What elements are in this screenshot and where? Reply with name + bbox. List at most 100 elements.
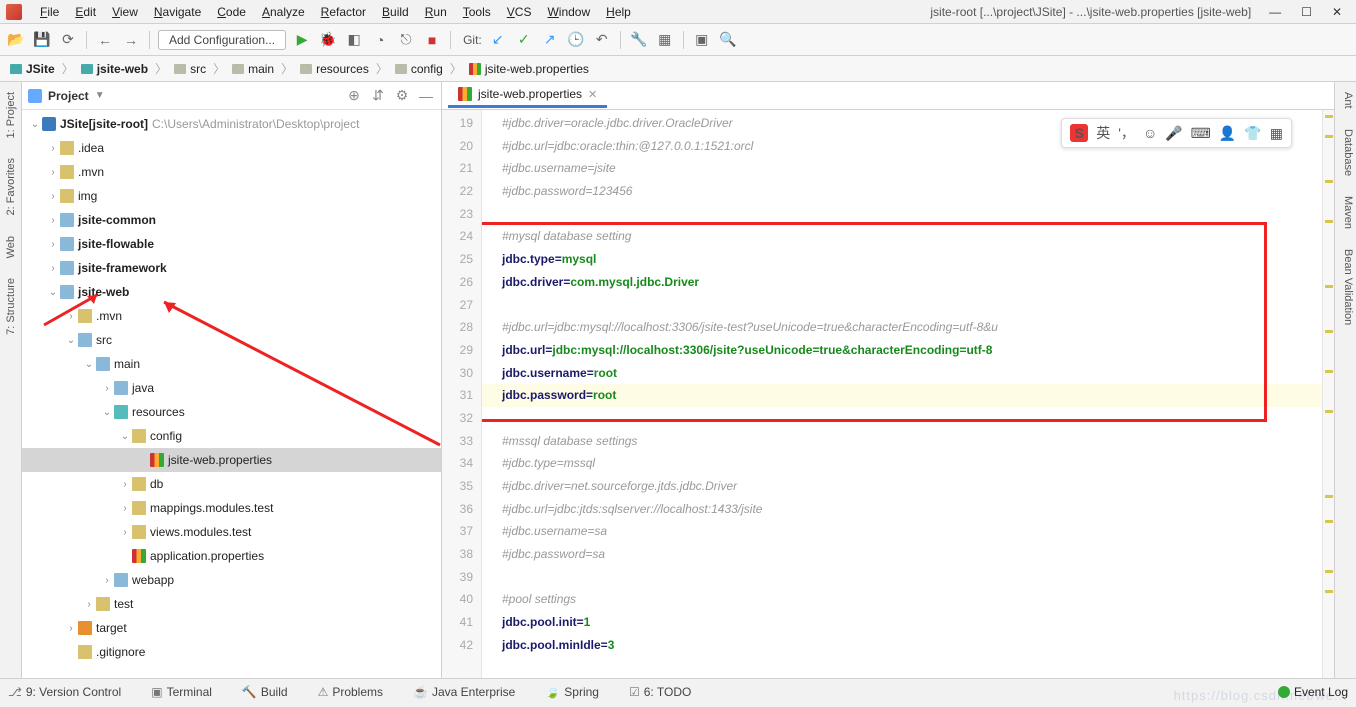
tree-node[interactable]: ›target — [22, 616, 441, 640]
tree-arrow-icon[interactable]: › — [118, 503, 132, 514]
menu-run[interactable]: Run — [417, 3, 455, 21]
menu-refactor[interactable]: Refactor — [313, 3, 374, 21]
code-line[interactable]: #jdbc.password=123456 — [502, 180, 1322, 203]
menu-build[interactable]: Build — [374, 3, 417, 21]
ime-user-icon[interactable]: 👤 — [1219, 125, 1236, 142]
menu-tools[interactable]: Tools — [455, 3, 499, 21]
code-line[interactable] — [502, 566, 1322, 589]
breadcrumb-item[interactable]: jsite-web — [77, 60, 152, 78]
tree-arrow-icon[interactable]: ⌄ — [28, 119, 42, 130]
tree-arrow-icon[interactable]: › — [46, 239, 60, 250]
code-line[interactable]: #pool settings — [502, 588, 1322, 611]
tree-arrow-icon[interactable]: › — [46, 215, 60, 226]
ime-emoji-icon[interactable]: ☺ — [1143, 125, 1157, 141]
bottom-tab[interactable]: ▣Terminal — [151, 685, 212, 699]
ime-skin-icon[interactable]: 👕 — [1244, 125, 1261, 142]
tree-node[interactable]: .gitignore — [22, 640, 441, 664]
code-line[interactable]: jdbc.url=jdbc:mysql://localhost:3306/jsi… — [502, 339, 1322, 362]
tree-node[interactable]: ›test — [22, 592, 441, 616]
menu-window[interactable]: Window — [539, 3, 598, 21]
run-icon[interactable]: ▶ — [292, 30, 312, 50]
git-history-icon[interactable]: 🕒 — [566, 30, 586, 50]
tree-arrow-icon[interactable]: › — [118, 527, 132, 538]
ime-mic-icon[interactable]: 🎤 — [1165, 125, 1182, 142]
code-line[interactable]: #jdbc.url=jdbc:jtds:sqlserver://localhos… — [502, 498, 1322, 521]
code-line[interactable]: #mysql database setting — [502, 225, 1322, 248]
tree-node[interactable]: ›views.modules.test — [22, 520, 441, 544]
code-line[interactable]: jdbc.type=mysql — [502, 248, 1322, 271]
breadcrumb-item[interactable]: config — [391, 60, 447, 78]
avd-icon[interactable]: ▣ — [692, 30, 712, 50]
tree-node[interactable]: ›webapp — [22, 568, 441, 592]
tree-arrow-icon[interactable]: › — [46, 191, 60, 202]
editor-tab[interactable]: jsite-web.properties ✕ — [448, 83, 607, 108]
tree-arrow-icon[interactable]: ⌄ — [64, 335, 78, 346]
attach-icon[interactable]: ⎋ — [396, 30, 416, 50]
tool-tab[interactable]: Bean Validation — [1335, 239, 1356, 335]
tree-node[interactable]: jsite-web.properties — [22, 448, 441, 472]
project-structure-icon[interactable]: ▦ — [655, 30, 675, 50]
save-icon[interactable]: 💾 — [32, 30, 52, 50]
marker-strip[interactable] — [1322, 110, 1334, 678]
tree-arrow-icon[interactable]: › — [100, 575, 114, 586]
git-rollback-icon[interactable]: ↶ — [592, 30, 612, 50]
bottom-tab[interactable]: 🍃Spring — [545, 685, 599, 699]
tree-node[interactable]: ›mappings.modules.test — [22, 496, 441, 520]
code-line[interactable]: jdbc.pool.init=1 — [502, 611, 1322, 634]
ime-lang[interactable]: 英 — [1096, 123, 1110, 143]
code-line[interactable]: #jdbc.username=sa — [502, 520, 1322, 543]
project-tree[interactable]: ⌄JSite [jsite-root] C:\Users\Administrat… — [22, 110, 441, 678]
close-tab-icon[interactable]: ✕ — [588, 88, 597, 101]
code-line[interactable]: jdbc.username=root — [502, 362, 1322, 385]
tree-node[interactable]: ⌄jsite-web — [22, 280, 441, 304]
ime-keyboard-icon[interactable]: ⌨ — [1191, 125, 1211, 142]
bottom-tab[interactable]: ⎇9: Version Control — [8, 685, 121, 699]
code-line[interactable]: #jdbc.username=jsite — [502, 157, 1322, 180]
code-line[interactable] — [502, 203, 1322, 226]
back-icon[interactable]: ← — [95, 30, 115, 50]
tree-arrow-icon[interactable]: › — [46, 143, 60, 154]
git-update-icon[interactable]: ↙ — [488, 30, 508, 50]
collapse-icon[interactable]: ⇵ — [369, 87, 387, 105]
search-everywhere-icon[interactable]: 🔍 — [718, 30, 738, 50]
tree-node[interactable]: ›.idea — [22, 136, 441, 160]
refresh-icon[interactable]: ⟳ — [58, 30, 78, 50]
tree-node[interactable]: ⌄resources — [22, 400, 441, 424]
code-line[interactable]: jdbc.driver=com.mysql.jdbc.Driver — [502, 271, 1322, 294]
debug-icon[interactable]: 🐞 — [318, 30, 338, 50]
menu-help[interactable]: Help — [598, 3, 639, 21]
code-line[interactable]: jdbc.password=root — [482, 384, 1322, 407]
tree-node[interactable]: ›.mvn — [22, 304, 441, 328]
coverage-icon[interactable]: ◧ — [344, 30, 364, 50]
ime-punct-icon[interactable]: '， — [1118, 123, 1135, 143]
tree-arrow-icon[interactable]: › — [100, 383, 114, 394]
code-view[interactable]: S 英 '， ☺ 🎤 ⌨ 👤 👕 ▦ #jdbc.driver=oracle.j… — [482, 110, 1322, 678]
tree-node[interactable]: ›.mvn — [22, 160, 441, 184]
menu-edit[interactable]: Edit — [67, 3, 104, 21]
tool-tab[interactable]: Ant — [1335, 82, 1356, 119]
tree-arrow-icon[interactable]: › — [46, 263, 60, 274]
tree-arrow-icon[interactable]: › — [118, 479, 132, 490]
tree-arrow-icon[interactable]: › — [64, 623, 78, 634]
code-line[interactable] — [502, 407, 1322, 430]
code-line[interactable]: #jdbc.type=mssql — [502, 452, 1322, 475]
tree-node[interactable]: ⌄config — [22, 424, 441, 448]
code-line[interactable]: #jdbc.url=jdbc:mysql://localhost:3306/js… — [502, 316, 1322, 339]
tree-arrow-icon[interactable]: › — [46, 167, 60, 178]
ime-toolbox-icon[interactable]: ▦ — [1270, 125, 1283, 142]
tree-arrow-icon[interactable]: ⌄ — [46, 287, 60, 298]
code-line[interactable] — [502, 294, 1322, 317]
event-log[interactable]: Event Log — [1278, 685, 1348, 699]
menu-view[interactable]: View — [104, 3, 146, 21]
breadcrumb-item[interactable]: JSite — [6, 60, 59, 78]
settings-icon[interactable]: 🔧 — [629, 30, 649, 50]
code-line[interactable]: jdbc.pool.minIdle=3 — [502, 634, 1322, 657]
add-configuration-button[interactable]: Add Configuration... — [158, 30, 286, 50]
breadcrumb-item[interactable]: src — [170, 60, 210, 78]
code-line[interactable]: #mssql database settings — [502, 430, 1322, 453]
bottom-tab[interactable]: ☕Java Enterprise — [413, 685, 515, 699]
tree-node[interactable]: ›jsite-flowable — [22, 232, 441, 256]
breadcrumb-item[interactable]: resources — [296, 60, 373, 78]
menu-vcs[interactable]: VCS — [499, 3, 540, 21]
git-commit-icon[interactable]: ✓ — [514, 30, 534, 50]
